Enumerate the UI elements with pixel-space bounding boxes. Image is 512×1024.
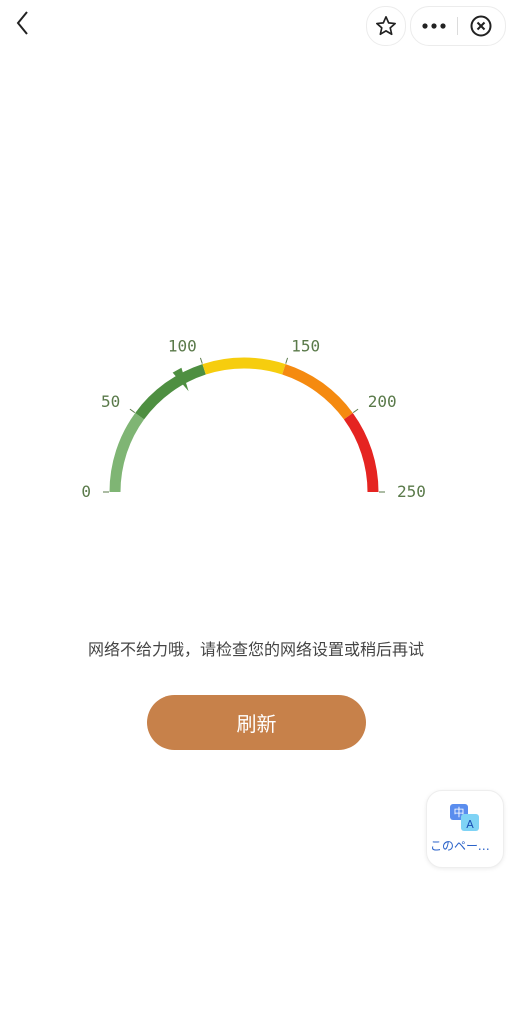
more-dots-icon bbox=[422, 23, 446, 29]
gauge-tick-label-2: 100 bbox=[168, 336, 197, 355]
gauge-tick-label-1: 50 bbox=[101, 392, 120, 411]
chevron-left-icon bbox=[16, 11, 28, 35]
gauge-tick-label-0: 0 bbox=[81, 482, 91, 501]
gauge-segment-1 bbox=[135, 364, 206, 420]
svg-text:中: 中 bbox=[454, 806, 465, 819]
close-button[interactable] bbox=[458, 7, 504, 45]
gauge-tick-label-3: 150 bbox=[291, 336, 320, 355]
gauge-tick-mark-4 bbox=[352, 408, 359, 414]
back-button[interactable] bbox=[8, 8, 38, 38]
gauge-tick-mark-3 bbox=[285, 357, 289, 364]
gauge-tick-label-5: 250 bbox=[397, 482, 426, 501]
translate-widget[interactable]: 中 A このページ... bbox=[426, 790, 504, 868]
favorite-button[interactable] bbox=[366, 6, 406, 46]
refresh-button[interactable]: 刷新 bbox=[147, 695, 366, 750]
gauge-tick-mark-1 bbox=[129, 408, 136, 414]
translate-label: このページ... bbox=[430, 839, 500, 853]
translate-icon: 中 A bbox=[450, 804, 479, 831]
gauge-segment-4 bbox=[343, 412, 379, 493]
svg-text:A: A bbox=[466, 818, 474, 831]
gauge-tick-mark-2 bbox=[199, 357, 203, 364]
star-outline-icon bbox=[376, 16, 396, 36]
gauge-segment-2 bbox=[202, 357, 286, 375]
gauge-tick-label-4: 200 bbox=[368, 392, 397, 411]
error-message: 网络不给力哦，请检查您的网络设置或稍后再试 bbox=[87, 640, 424, 659]
top-bar bbox=[0, 0, 512, 50]
gauge-segment-3 bbox=[282, 364, 353, 420]
close-circle-icon bbox=[470, 15, 492, 37]
more-button[interactable] bbox=[411, 7, 457, 45]
mini-program-capsule bbox=[410, 6, 506, 46]
speed-gauge: 0 50 100 150 200 250 bbox=[81, 336, 426, 501]
gauge-segment-0 bbox=[109, 412, 145, 493]
